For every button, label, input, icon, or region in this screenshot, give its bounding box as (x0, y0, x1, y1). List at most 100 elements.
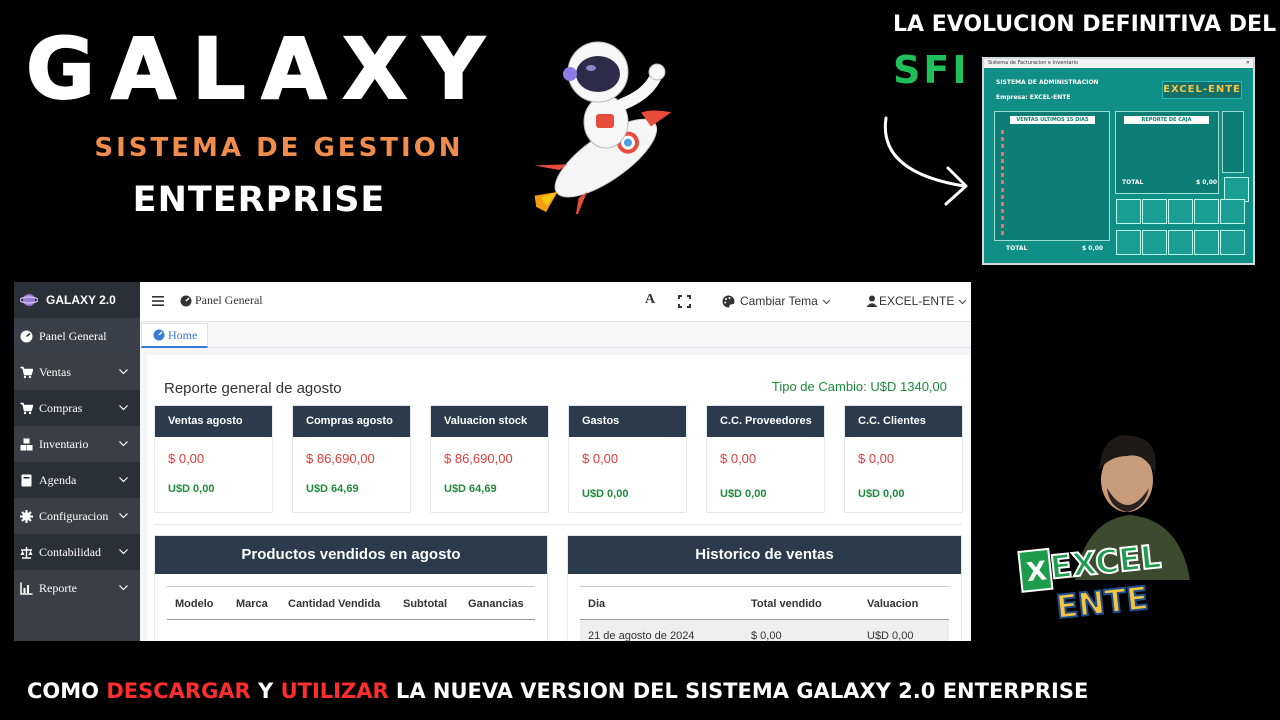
sidebar-item-label: Ventas (39, 364, 71, 379)
hamburger-icon[interactable] (152, 295, 164, 307)
sales-history-card: Historico de ventas Dia Total vendido Valu… (567, 535, 962, 641)
tab-bar: Home (140, 322, 971, 348)
kpi-title: Ventas agosto (155, 406, 272, 437)
gear-icon (20, 509, 33, 523)
sfi-company: Empresa: EXCEL-ENTE (996, 94, 1071, 101)
sfi-row-marker (1001, 202, 1004, 206)
cart-icon (20, 366, 33, 378)
sidebar-item-agenda[interactable]: Agenda (14, 462, 140, 498)
sidebar: GALAXY 2.0 Panel General Ventas Compras Inv… (14, 282, 140, 641)
tagline: LA EVOLUCION DEFINITIVA DEL (893, 12, 1277, 37)
kpi-card: C.C. Clientes $ 0,00 U$D 0,00 (844, 405, 963, 513)
sfi-tile (1220, 230, 1245, 255)
user-dropdown[interactable]: EXCEL-ENTE (866, 294, 967, 308)
cart-icon (20, 402, 33, 414)
kpi-card: Gastos $ 0,00 U$D 0,00 (568, 405, 687, 513)
sfi-sales-row (1001, 194, 1094, 200)
book-icon (21, 474, 32, 486)
table-column-header[interactable]: Total vendido (751, 598, 822, 610)
sidebar-footer (14, 605, 140, 641)
sfi-row-marker (1001, 166, 1004, 170)
sidebar-item-ventas[interactable]: Ventas (14, 354, 140, 390)
brand-name: GALAXY 2.0 (46, 293, 116, 307)
sfi-cash-total-label: TOTAL (1122, 179, 1144, 186)
sfi-sales-row (1001, 179, 1094, 185)
fullscreen-icon[interactable] (678, 295, 691, 308)
table-divider (580, 586, 949, 587)
sidebar-item-inventario[interactable]: Inventario (14, 426, 140, 462)
sfi-tile (1142, 199, 1167, 224)
report-title: Reporte general de agosto (164, 380, 342, 397)
svg-text:X: X (1025, 556, 1048, 588)
sfi-tile (1168, 230, 1193, 255)
sfi-row-marker (1001, 144, 1004, 149)
sfi-sales-row (1001, 129, 1094, 135)
sidebar-item-contabilidad[interactable]: Contabilidad (14, 534, 140, 570)
sidebar-menu: Panel General Ventas Compras Inventario Agen… (14, 318, 140, 606)
kpi-value: $ 86,690,00 (306, 451, 375, 466)
table-column-header[interactable]: Modelo (175, 598, 214, 610)
sidebar-item-label: Panel General (39, 328, 107, 343)
kpi-value: $ 0,00 (858, 451, 895, 466)
table-column-header[interactable]: Subtotal (403, 598, 447, 610)
sidebar-item-configuracion[interactable]: Configuracion (14, 498, 140, 534)
kpi-value: $ 0,00 (168, 451, 205, 466)
sfi-total-value: $ 0,00 (1082, 245, 1104, 252)
sfi-side-panel (1222, 111, 1244, 173)
sfi-sales-row (1001, 143, 1094, 149)
sfi-tile (1168, 199, 1193, 224)
sidebar-item-reporte[interactable]: Reporte (14, 570, 140, 606)
sales-history-title: Historico de ventas (568, 536, 961, 574)
sfi-row-marker (1001, 187, 1004, 192)
astronaut-rocket-illustration (534, 41, 672, 214)
kpi-card: C.C. Proveedores $ 0,00 U$D 0,00 (706, 405, 825, 513)
font-size-button[interactable]: A (645, 292, 655, 308)
sfi-tile (1220, 199, 1245, 224)
products-sold-title: Productos vendidos en agosto (155, 536, 547, 574)
kpi-usd: U$D 64,69 (306, 483, 359, 495)
sfi-sales-row (1001, 165, 1094, 171)
kpi-usd: U$D 64,69 (444, 483, 497, 495)
dashboard-icon (180, 295, 192, 306)
kpi-title: Gastos (569, 406, 686, 437)
tab-home[interactable]: Home (141, 323, 208, 348)
sidebar-brand[interactable]: GALAXY 2.0 (14, 282, 140, 318)
sfi-sales-row (1001, 201, 1094, 207)
theme-dropdown[interactable]: Cambiar Tema (722, 294, 831, 308)
sfi-row-marker (1001, 223, 1004, 228)
sfi-sales-row (1001, 215, 1094, 221)
footer-part: Y (250, 679, 281, 703)
kpi-title: C.C. Clientes (845, 406, 962, 437)
sfi-sales-row (1001, 151, 1094, 157)
chevron-down-icon (119, 549, 128, 555)
kpi-usd: U$D 0,00 (168, 483, 215, 495)
table-column-header[interactable]: Valuacion (867, 598, 918, 610)
table-column-header[interactable]: Marca (236, 598, 268, 610)
table-cell: $ 0,00 (751, 630, 782, 641)
scale-icon (20, 546, 33, 559)
table-column-header[interactable]: Dia (588, 598, 605, 610)
report-card: Reporte general de agosto Tipo de Cambio… (147, 355, 969, 641)
kpi-value: $ 0,00 (720, 451, 757, 466)
sfi-cash-title: REPORTE DE CAJA (1124, 116, 1209, 124)
sfi-sales-row (1001, 223, 1094, 229)
table-column-header[interactable]: Cantidad Vendida (288, 598, 380, 610)
sidebar-item-label: Inventario (39, 436, 89, 451)
sfi-cash-total-value: $ 0,00 (1196, 179, 1218, 186)
sfi-row-marker (1001, 230, 1004, 235)
sfi-tile (1194, 230, 1219, 255)
sfi-tile (1116, 199, 1141, 224)
exchange-rate: Tipo de Cambio: U$D 1340,00 (771, 379, 947, 394)
sfi-row-marker (1001, 173, 1004, 178)
chevron-down-icon (119, 513, 128, 519)
sfi-titlebar: Sistema de Facturacion e Inventario ✕ (984, 59, 1253, 68)
kpi-card: Ventas agosto $ 0,00 U$D 0,00 (154, 405, 273, 513)
table-column-header[interactable]: Ganancias (468, 598, 524, 610)
sidebar-item-compras[interactable]: Compras (14, 390, 140, 426)
sidebar-item-panel-general[interactable]: Panel General (14, 318, 140, 354)
kpi-card: Compras agosto $ 86,690,00 U$D 64,69 (292, 405, 411, 513)
products-sold-card: Productos vendidos en agosto Modelo Marca… (154, 535, 548, 641)
theme-label: Cambiar Tema (740, 294, 818, 308)
boxes-icon (20, 438, 33, 450)
footer-highlight-download: DESCARGAR (106, 679, 251, 703)
